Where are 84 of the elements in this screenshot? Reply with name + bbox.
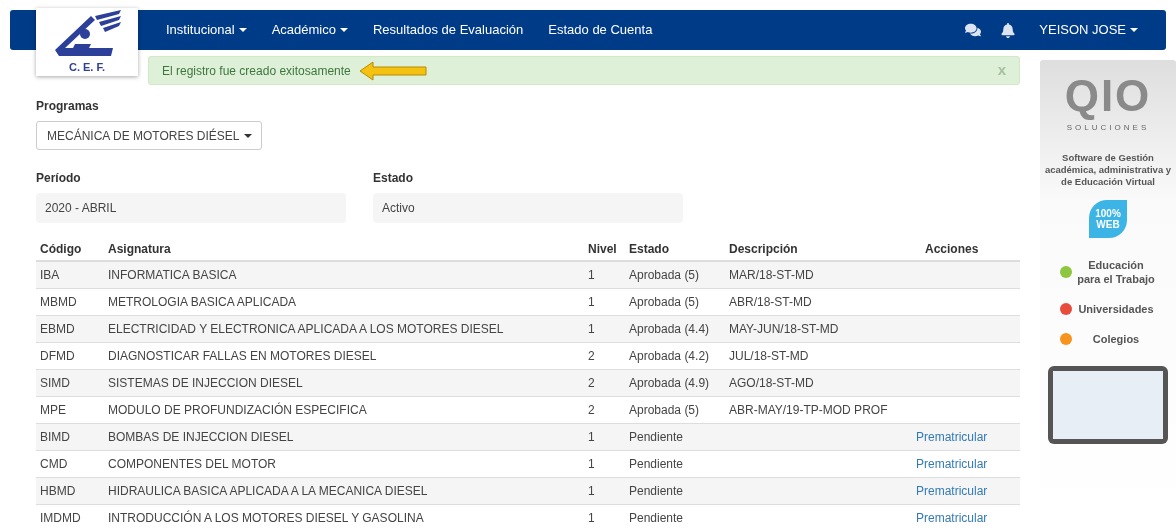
table-cell: SIMD xyxy=(36,369,104,396)
table-cell: Aprobada (4.9) xyxy=(625,369,725,396)
column-header: Estado xyxy=(625,237,725,261)
user-menu[interactable]: YEISON JOSE xyxy=(1039,20,1138,40)
table-cell: HBMD xyxy=(36,477,104,504)
table-cell: Pendiente xyxy=(625,423,725,450)
table-cell: AGO/18-ST-MD xyxy=(729,375,814,390)
table-cell: 1 xyxy=(584,504,625,531)
column-header: Descripción xyxy=(725,237,921,261)
field-label: Estado xyxy=(373,170,414,187)
caret-icon xyxy=(1130,28,1138,32)
arrow-icon xyxy=(358,60,427,81)
table-cell: Pendiente xyxy=(625,504,725,531)
table-cell: IMDMD xyxy=(36,504,104,531)
table-cell: INTRODUCCIÓN A LOS MOTORES DIESEL Y GASOLINA xyxy=(104,504,584,531)
table-cell: MBMD xyxy=(36,288,104,315)
table-cell: DIAGNOSTICAR FALLAS EN MOTORES DIESEL xyxy=(104,342,584,369)
nav-link[interactable]: Institucional xyxy=(166,20,247,40)
nav-link[interactable]: Resultados de Evaluación xyxy=(372,20,524,40)
table-cell: JUL/18-ST-MD xyxy=(729,348,809,363)
table-cell: Aprobada (4.2) xyxy=(625,342,725,369)
prematricular-link[interactable]: Prematricular xyxy=(916,483,988,498)
segment-label: Colegios xyxy=(1091,332,1141,346)
table-cell: Pendiente xyxy=(625,450,725,477)
ad-headline: Software de Gestión académica, administrativa y de Educación Virtual xyxy=(1043,152,1173,188)
table-cell: MAY-JUN/18-ST-MD xyxy=(729,321,839,336)
table-cell: 1 xyxy=(584,450,625,477)
alert-message: El registro fue creado exitosamente xyxy=(162,62,351,80)
table-cell: 1 xyxy=(584,261,625,288)
readonly-field: 2020 - ABRIL xyxy=(36,193,346,223)
table-cell: Aprobada (4.4) xyxy=(625,315,725,342)
ad-logo-text: QIO xyxy=(1064,74,1152,118)
table-cell: 2 xyxy=(584,342,625,369)
segment-label: Universidades xyxy=(1077,302,1155,316)
table-cell: HIDRAULICA BASICA APLICADA A LA MECANICA DIESEL xyxy=(104,477,584,504)
column-header: Nivel xyxy=(584,237,625,261)
table-cell: ABR/18-ST-MD xyxy=(729,294,812,309)
notification-icon[interactable] xyxy=(1001,22,1016,38)
table-cell: BIMD xyxy=(36,423,104,450)
column-header: Código xyxy=(36,237,104,261)
prematricular-link[interactable]: Prematricular xyxy=(916,510,988,525)
table-cell: MODULO DE PROFUNDIZACIÓN ESPECIFICA xyxy=(104,396,584,423)
table-cell: EBMD xyxy=(36,315,104,342)
table-cell: 1 xyxy=(584,315,625,342)
caret-icon xyxy=(238,28,247,32)
table-cell: ABR-MAY/19-TP-MOD PROF xyxy=(729,402,888,417)
table-cell: Pendiente xyxy=(625,477,725,504)
table-cell: COMPONENTES DEL MOTOR xyxy=(104,450,584,477)
chat-icon[interactable] xyxy=(965,22,982,38)
table-cell: SISTEMAS DE INJECCION DIESEL xyxy=(104,369,584,396)
caret-icon xyxy=(339,28,348,32)
prematricular-link[interactable]: Prematricular xyxy=(916,456,988,471)
table-cell: MAR/18-ST-MD xyxy=(729,267,814,282)
nav-link[interactable]: Estado de Cuenta xyxy=(548,20,653,40)
logo-text: C. E. F. xyxy=(68,60,106,75)
table-cell: BOMBAS DE INJECCION DIESEL xyxy=(104,423,584,450)
nav-link[interactable]: Académico xyxy=(271,20,348,40)
segment-label: Educación para el Trabajo xyxy=(1076,258,1156,286)
readonly-field: Activo xyxy=(373,193,683,223)
prematricular-link[interactable]: Prematricular xyxy=(916,429,988,444)
table-cell: Aprobada (5) xyxy=(625,288,725,315)
table-cell: 2 xyxy=(584,369,625,396)
column-header: Acciones xyxy=(921,237,1020,261)
ad-tagline: SOLUCIONES xyxy=(1066,122,1150,134)
caret-icon xyxy=(243,133,252,138)
table-cell: CMD xyxy=(36,450,104,477)
web-badge: 100% WEB xyxy=(1089,200,1127,238)
table-cell: 1 xyxy=(584,288,625,315)
table-cell: DFMD xyxy=(36,342,104,369)
table-cell: MPE xyxy=(36,396,104,423)
table-cell: ELECTRICIDAD Y ELECTRONICA APLICADA A LOS MOTORES DIESEL xyxy=(104,315,584,342)
field-label: Programas xyxy=(36,98,100,115)
logo-card[interactable]: C. E. F. xyxy=(36,8,138,76)
table-cell: METROLOGIA BASICA APLICADA xyxy=(104,288,584,315)
table-cell: 2 xyxy=(584,396,625,423)
table-cell: 1 xyxy=(584,477,625,504)
program-dropdown[interactable]: MECÁNICA DE MOTORES DIÉSEL xyxy=(36,121,262,150)
field-label: Período xyxy=(36,170,82,187)
table-cell: Aprobada (5) xyxy=(625,396,725,423)
table-cell: INFORMATICA BASICA xyxy=(104,261,584,288)
column-header: Asignatura xyxy=(104,237,584,261)
table-cell: Aprobada (5) xyxy=(625,261,725,288)
table-cell: 1 xyxy=(584,423,625,450)
table-cell: IBA xyxy=(36,261,104,288)
